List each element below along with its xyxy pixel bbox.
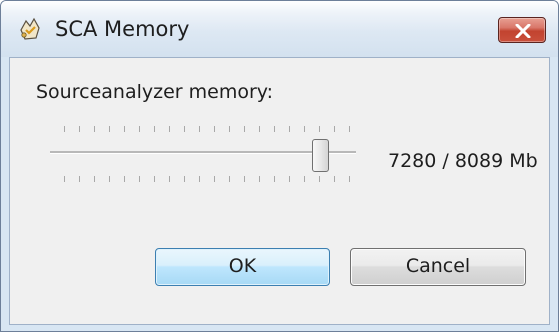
close-icon — [515, 24, 531, 38]
dialog-window: SCA Memory Sourceanalyzer memory: 7280 /… — [0, 0, 559, 332]
slider-ticks-bottom — [64, 176, 350, 182]
title-bar[interactable]: SCA Memory — [1, 1, 558, 57]
memory-slider[interactable] — [50, 122, 360, 192]
close-button[interactable] — [498, 17, 546, 43]
ok-button[interactable]: OK — [155, 248, 330, 286]
dialog-content: Sourceanalyzer memory: 7280 / 8089 Mb OK… — [9, 57, 550, 325]
sca-app-icon — [17, 16, 43, 42]
slider-track[interactable] — [50, 151, 356, 154]
cancel-button[interactable]: Cancel — [350, 248, 526, 286]
memory-label: Sourceanalyzer memory: — [36, 81, 274, 103]
window-title: SCA Memory — [55, 17, 190, 41]
memory-value: 7280 / 8089 Mb — [388, 150, 538, 172]
slider-thumb[interactable] — [312, 139, 329, 172]
slider-ticks-top — [64, 126, 350, 132]
